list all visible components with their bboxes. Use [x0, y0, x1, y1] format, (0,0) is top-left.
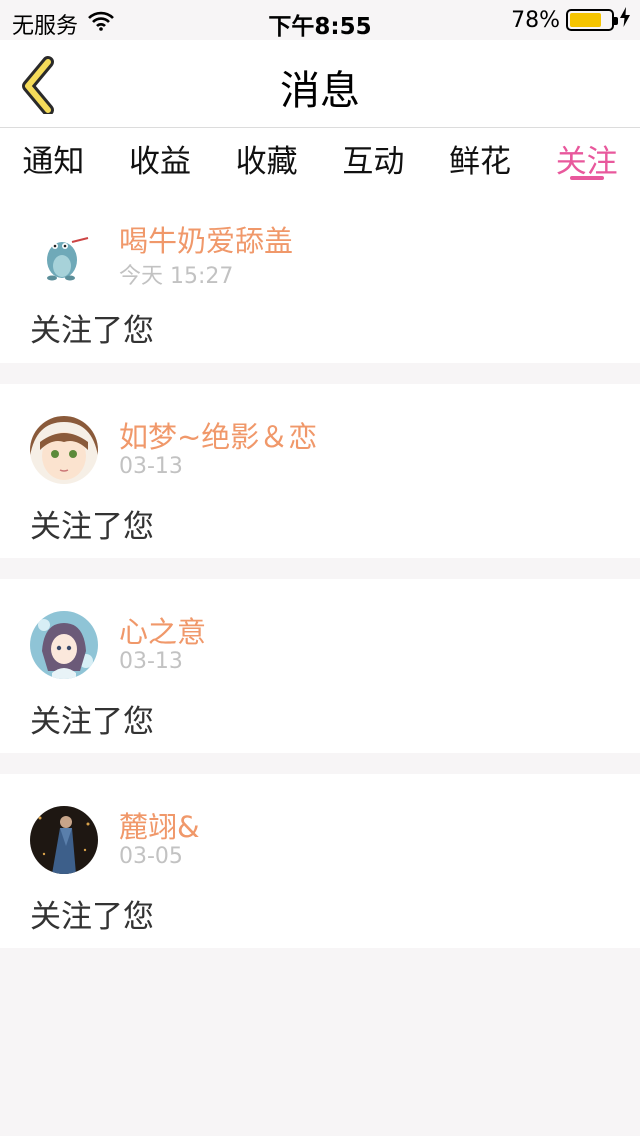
tab-follows[interactable]: 关注: [533, 128, 640, 188]
battery-level: [570, 13, 602, 27]
list-item[interactable]: 心之意 03-13 关注了您: [0, 579, 640, 753]
tab-favorites[interactable]: 收藏: [213, 128, 320, 188]
charging-bolt-icon: [620, 7, 630, 33]
page-title: 消息: [280, 68, 360, 114]
username[interactable]: 如梦~绝影＆恋: [119, 414, 317, 456]
timestamp: 03-13: [119, 454, 183, 479]
avatar[interactable]: [30, 416, 98, 484]
tab-notifications[interactable]: 通知: [0, 128, 107, 188]
status-bar: 无服务 下午8:55 78%: [0, 0, 640, 40]
tab-earnings[interactable]: 收益: [107, 128, 214, 188]
timestamp: 今天 15:27: [119, 264, 234, 289]
username[interactable]: 喝牛奶爱舔盖: [119, 218, 293, 260]
username[interactable]: 心之意: [119, 609, 206, 651]
timestamp: 03-13: [119, 649, 183, 674]
message-text: 关注了您: [30, 899, 154, 935]
list-item[interactable]: 如梦~绝影＆恋 03-13 关注了您: [0, 384, 640, 558]
message-text: 关注了您: [30, 704, 154, 740]
message-text: 关注了您: [30, 313, 154, 349]
follow-message-list: 喝牛奶爱舔盖 今天 15:27 关注了您 如梦~绝影＆恋 03-13 关注了您: [0, 188, 640, 969]
avatar[interactable]: [30, 220, 98, 288]
avatar[interactable]: [30, 611, 98, 679]
message-text: 关注了您: [30, 509, 154, 545]
avatar[interactable]: [30, 806, 98, 874]
battery-percent: 78%: [511, 7, 560, 33]
timestamp: 03-05: [119, 844, 183, 869]
tab-flowers[interactable]: 鲜花: [427, 128, 534, 188]
battery-icon: [566, 9, 618, 31]
list-item[interactable]: 麓翊& 03-05 关注了您: [0, 774, 640, 948]
tab-bar: 通知 收益 收藏 互动 鲜花 关注: [0, 128, 640, 188]
status-right: 78%: [511, 7, 630, 33]
nav-bar: 消息: [0, 40, 640, 128]
list-item[interactable]: 喝牛奶爱舔盖 今天 15:27 关注了您: [0, 188, 640, 363]
username[interactable]: 麓翊&: [119, 804, 200, 846]
tab-interactions[interactable]: 互动: [320, 128, 427, 188]
